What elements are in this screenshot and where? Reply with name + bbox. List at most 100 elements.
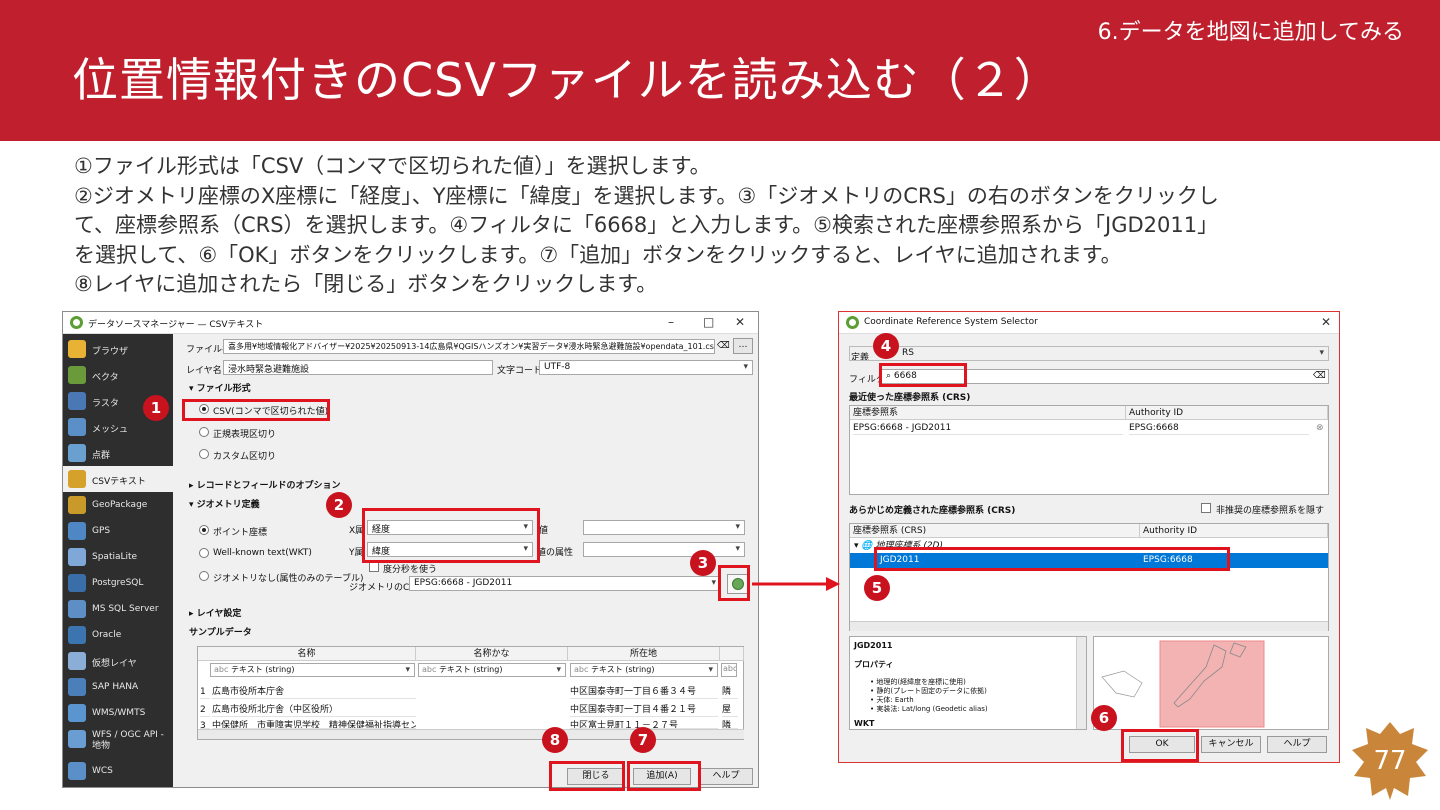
sidebar-item-wms[interactable]: WMS/WMTS: [63, 700, 173, 726]
layer-name-input[interactable]: 浸水時緊急避難施設: [223, 360, 493, 375]
type-select[interactable]: abc テキスト (string): [570, 663, 718, 677]
maximize-button[interactable]: □: [703, 315, 714, 329]
dsm-titlebar: データソースマネージャー — CSVテキスト – □ ✕: [63, 312, 758, 334]
column-header[interactable]: 座標参照系 (CRS): [850, 524, 1140, 538]
crs-titlebar: Coordinate Reference System Selector ✕: [839, 312, 1339, 334]
geometry-header[interactable]: ▾ ジオメトリ定義: [189, 497, 260, 510]
crs-select[interactable]: EPSG:6668 - JGD2011: [409, 576, 721, 591]
sidebar-item-saphana[interactable]: SAP HANA: [63, 674, 173, 700]
z-field-select[interactable]: [583, 520, 745, 535]
close-button[interactable]: ✕: [1321, 315, 1331, 329]
sidebar-item-wcs[interactable]: WCS: [63, 758, 173, 784]
hide-deprecated-checkbox[interactable]: [1201, 503, 1211, 513]
sidebar-item-pointcloud[interactable]: 点群: [63, 440, 173, 466]
type-select[interactable]: abc テキスト (string): [418, 663, 566, 677]
column-header[interactable]: 所在地: [568, 647, 720, 661]
qgis-icon: [70, 316, 83, 329]
table-cell: 中区国泰寺町一丁目４番２１号: [570, 703, 718, 717]
slide-header: 6.データを地図に追加してみる 位置情報付きのCSVファイルを読み込む（２）: [0, 0, 1440, 141]
minimize-button[interactable]: –: [668, 315, 674, 329]
radio-point-label: ポイント座標: [213, 528, 268, 538]
help-button[interactable]: ヘルプ: [699, 768, 753, 785]
sidebar-item-csv[interactable]: CSVテキスト: [63, 466, 173, 492]
sidebar-item-geopackage[interactable]: GeoPackage: [63, 492, 173, 518]
globe-icon: [68, 762, 86, 780]
close-button[interactable]: ✕: [735, 315, 745, 329]
table-cell: 中区国泰寺町一丁目６番３４号: [570, 685, 718, 699]
mssql-icon: [68, 600, 86, 618]
radio-point[interactable]: [199, 525, 209, 535]
sidebar-item-mssql[interactable]: MS SQL Server: [63, 596, 173, 622]
section-label: 6.データを地図に追加してみる: [1097, 20, 1404, 45]
file-path-input[interactable]: 喜多用¥地域情報化アドバイザー¥2025¥20250913-14広島県¥QGIS…: [223, 339, 715, 354]
encoding-select[interactable]: UTF-8: [539, 360, 753, 375]
radio-wkt[interactable]: [199, 548, 209, 558]
crs-type-select[interactable]: RS: [849, 346, 1329, 361]
radio-no-geometry[interactable]: [199, 571, 209, 581]
table-cell: 隣: [722, 685, 738, 699]
cancel-button[interactable]: キャンセル: [1201, 736, 1261, 753]
virtual-layer-icon: [68, 652, 86, 670]
sidebar-item-vector[interactable]: ベクタ: [63, 362, 173, 388]
table-cell[interactable]: EPSG:6668 - JGD2011: [853, 421, 1123, 435]
sidebar-item-postgresql[interactable]: PostgreSQL: [63, 570, 173, 596]
sidebar-item-virtual[interactable]: 仮想レイヤ: [63, 648, 173, 674]
radio-regex-label: 正規表現区切り: [213, 430, 277, 440]
record-options-header[interactable]: ▸ レコードとフィールドのオプション: [189, 478, 340, 491]
sample-data-label: サンプルデータ: [189, 628, 252, 638]
step-badge-2: 2: [326, 492, 352, 518]
sidebar-item-browser[interactable]: ブラウザ: [63, 336, 173, 362]
sidebar-item-spatialite[interactable]: SpatiaLite: [63, 544, 173, 570]
recent-crs-table: 座標参照系 Authority ID EPSG:6668 - JGD2011 E…: [849, 405, 1329, 495]
sidebar-item-wfs[interactable]: WFS / OGC API - 地物: [63, 726, 173, 756]
radio-regex[interactable]: [199, 427, 209, 437]
column-header[interactable]: Authority ID: [1140, 524, 1328, 538]
file-clear-icon[interactable]: ⌫: [717, 341, 730, 351]
folder-icon: [68, 340, 86, 358]
step-badge-6: 6: [1091, 705, 1117, 731]
highlight-close: [549, 761, 625, 791]
radio-wkt-label: Well-known text(WKT): [213, 548, 312, 558]
spatialite-icon: [68, 548, 86, 566]
type-select[interactable]: abc テキスト (string): [210, 663, 415, 677]
highlight-jgd2011: [874, 547, 1230, 571]
globe-icon: [68, 704, 86, 722]
crs-extent-map: [1093, 636, 1329, 730]
radio-custom[interactable]: [199, 449, 209, 459]
column-header[interactable]: 名称かな: [416, 647, 568, 661]
table-cell: 中保健所 市重障害児学校 精神保健福祉指導センター: [212, 721, 416, 729]
hide-deprecated-label: 非推奨の座標参照系を隠す: [1216, 506, 1325, 516]
sidebar-item-gps[interactable]: GPS: [63, 518, 173, 544]
file-format-header[interactable]: ▾ ファイル形式: [189, 381, 251, 394]
page-number-badge: 77: [1350, 720, 1430, 802]
radio-custom-label: カスタム区切り: [213, 452, 277, 462]
horizontal-scrollbar[interactable]: [198, 729, 744, 739]
table-cell: 隣: [722, 719, 738, 729]
csv-icon: [68, 470, 86, 488]
layer-settings-header[interactable]: ▸ レイヤ設定: [189, 606, 241, 619]
filter-clear-icon[interactable]: ⌫: [1313, 371, 1326, 381]
table-cell[interactable]: EPSG:6668: [1129, 421, 1309, 435]
column-header[interactable]: 名称: [198, 647, 416, 661]
dms-checkbox[interactable]: [369, 562, 379, 572]
crs-title: Coordinate Reference System Selector: [864, 317, 1038, 327]
row-number: 2: [200, 703, 210, 717]
horizontal-scrollbar[interactable]: [850, 621, 1328, 631]
browse-button[interactable]: …: [733, 338, 753, 354]
table-cell: 屋: [722, 703, 738, 717]
info-line: • 実装法: Lat/long (Geodetic alias): [870, 705, 988, 713]
type-select[interactable]: abc: [721, 663, 737, 677]
encoding-label: 文字コード: [497, 366, 543, 376]
instructions: ①ファイル形式は「CSV（コンマで区切られた値）」を選択します。 ②ジオメトリ座…: [74, 152, 1404, 300]
japan-map-icon: [1101, 640, 1265, 728]
vertical-scrollbar[interactable]: [1076, 637, 1086, 729]
m-field-select[interactable]: [583, 542, 745, 557]
highlight-add: [627, 761, 701, 791]
sidebar-item-oracle[interactable]: Oracle: [63, 622, 173, 648]
column-header[interactable]: 座標参照系: [850, 406, 1126, 420]
table-cell: 広島市役所北庁舎（中区役所）: [212, 703, 416, 717]
column-header[interactable]: Authority ID: [1126, 406, 1328, 420]
help-button[interactable]: ヘルプ: [1267, 736, 1327, 753]
instruction-line: ⑧レイヤに追加されたら「閉じる」ボタンをクリックします。: [74, 272, 658, 296]
remove-icon[interactable]: ⊗: [1316, 423, 1324, 433]
